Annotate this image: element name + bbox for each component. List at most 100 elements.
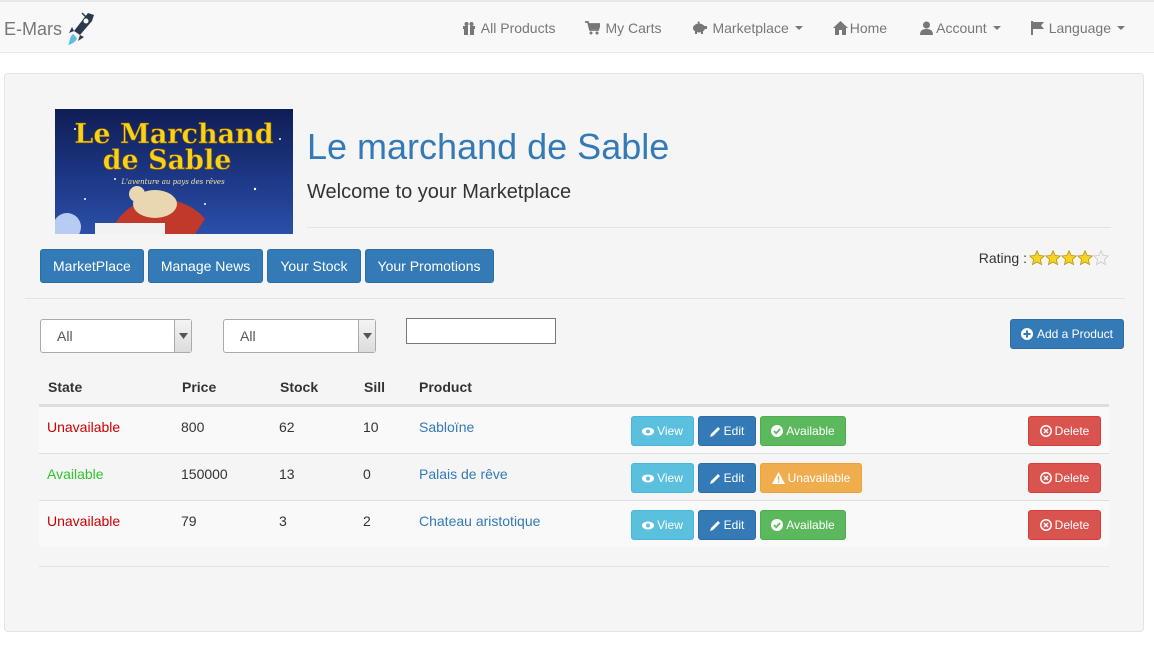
view-button[interactable]: View — [631, 416, 694, 446]
rating-label: Rating : — [978, 250, 1027, 266]
warning-icon — [771, 472, 785, 484]
nav-menu: All Products My Carts Marketplace Home A… — [447, 2, 1140, 53]
divider — [39, 566, 1109, 567]
divider — [25, 298, 1125, 299]
table-header: State Price Stock Sill Product — [39, 371, 1109, 406]
remove-circle-icon — [1039, 425, 1052, 437]
navbar: E-Mars All Products My Carts Marketplace… — [0, 0, 1154, 53]
edit-button[interactable]: Edit — [698, 463, 756, 493]
check-circle-icon — [771, 519, 784, 531]
edit-label: Edit — [723, 518, 745, 532]
search-input[interactable] — [406, 318, 556, 344]
view-label: View — [657, 424, 683, 438]
shop-subtitle: Welcome to your Marketplace — [307, 181, 572, 203]
nav-account[interactable]: Account — [905, 20, 1016, 36]
eye-icon — [642, 427, 655, 435]
cart-icon — [585, 20, 601, 34]
pencil-icon — [709, 426, 720, 437]
stock-table: State Price Stock Sill Product Unavailab… — [39, 371, 1109, 547]
tab-manage-news[interactable]: Manage News — [147, 249, 264, 283]
row-state: Unavailable — [47, 419, 121, 435]
flag-icon — [1030, 20, 1044, 35]
header-product: Product — [419, 379, 472, 395]
header-price: Price — [182, 379, 217, 395]
table-row: Unavailable 79 3 2 Chateau aristotique V… — [39, 500, 1109, 547]
edit-button[interactable]: Edit — [698, 510, 756, 540]
row-stock: 3 — [279, 513, 287, 529]
header-stock: Stock — [280, 379, 319, 395]
nav-home-label: Home — [849, 19, 888, 36]
star-empty-icon — [1093, 250, 1109, 266]
nav-marketplace-label: Marketplace — [712, 19, 789, 36]
rocket-icon — [68, 12, 94, 45]
set-available-button[interactable]: Available — [760, 510, 846, 540]
row-stock: 13 — [279, 466, 295, 482]
shop-image-text-2: de Sable — [103, 145, 232, 176]
add-product-label: Add a Product — [1036, 327, 1113, 341]
set-available-button[interactable]: Available — [760, 416, 846, 446]
edit-button[interactable]: Edit — [698, 416, 756, 446]
brand-name[interactable]: E-Mars — [4, 19, 62, 40]
row-product-link[interactable]: Sabloïne — [419, 419, 474, 435]
nav-marketplace[interactable]: Marketplace — [676, 20, 817, 36]
toggle-label: Available — [786, 518, 835, 532]
tab-marketplace[interactable]: MarketPlace — [40, 249, 144, 283]
eye-icon — [642, 521, 655, 529]
nav-account-label: Account — [936, 19, 987, 36]
state-filter-select[interactable]: All — [40, 319, 192, 353]
nav-home[interactable]: Home — [818, 20, 905, 36]
nav-my-carts[interactable]: My Carts — [570, 20, 676, 36]
row-sill: 0 — [363, 466, 371, 482]
view-label: View — [657, 518, 683, 532]
delete-button[interactable]: Delete — [1028, 510, 1101, 540]
view-button[interactable]: View — [631, 510, 694, 540]
nav-language[interactable]: Language — [1016, 20, 1140, 36]
star-filled-icon — [1061, 250, 1077, 266]
delete-button[interactable]: Delete — [1028, 463, 1101, 493]
view-button[interactable]: View — [631, 463, 694, 493]
remove-circle-icon — [1039, 519, 1052, 531]
chevron-down-icon — [174, 320, 191, 352]
nav-all-products[interactable]: All Products — [447, 20, 571, 36]
pencil-icon — [709, 473, 720, 484]
brand[interactable]: E-Mars — [4, 11, 96, 47]
delete-button[interactable]: Delete — [1028, 416, 1101, 446]
caret-down-icon — [1117, 25, 1125, 30]
nav-all-products-label: All Products — [480, 19, 556, 36]
row-stock: 62 — [279, 419, 295, 435]
category-filter-select[interactable]: All — [223, 319, 376, 353]
star-filled-icon — [1045, 250, 1061, 266]
tab-your-stock[interactable]: Your Stock — [267, 249, 361, 283]
home-icon — [832, 20, 848, 35]
caret-down-icon — [992, 25, 1001, 30]
row-state: Available — [47, 466, 104, 482]
edit-label: Edit — [723, 471, 745, 485]
row-sill: 10 — [363, 419, 379, 435]
gift-icon — [462, 21, 475, 35]
plus-circle-icon — [1020, 328, 1033, 340]
user-icon — [920, 21, 934, 35]
table-row: Unavailable 800 62 10 Sabloïne View Edit… — [39, 406, 1109, 453]
row-price: 79 — [181, 513, 197, 529]
row-product-link[interactable]: Palais de rêve — [419, 466, 508, 482]
toggle-label: Available — [786, 424, 835, 438]
shop-title: Le marchand de Sable — [307, 126, 670, 167]
row-state: Unavailable — [47, 513, 121, 529]
view-label: View — [657, 471, 683, 485]
pencil-icon — [709, 520, 720, 531]
row-sill: 2 — [363, 513, 371, 529]
nav-language-label: Language — [1048, 19, 1111, 36]
set-unavailable-button[interactable]: Unavailable — [760, 463, 862, 493]
row-product-link[interactable]: Chateau aristotique — [419, 513, 540, 529]
eye-icon — [642, 474, 655, 482]
star-filled-icon — [1077, 250, 1093, 266]
caret-down-icon — [794, 25, 803, 30]
category-filter-value: All — [240, 328, 256, 344]
header-state: State — [48, 379, 83, 395]
tab-your-promotions[interactable]: Your Promotions — [364, 249, 494, 283]
piggy-bank-icon — [693, 21, 708, 34]
row-price: 150000 — [181, 466, 228, 482]
add-product-button[interactable]: Add a Product — [1009, 319, 1124, 349]
delete-label: Delete — [1054, 518, 1090, 532]
shop-image-tagline: L'aventure au pays des rêves — [120, 178, 225, 186]
